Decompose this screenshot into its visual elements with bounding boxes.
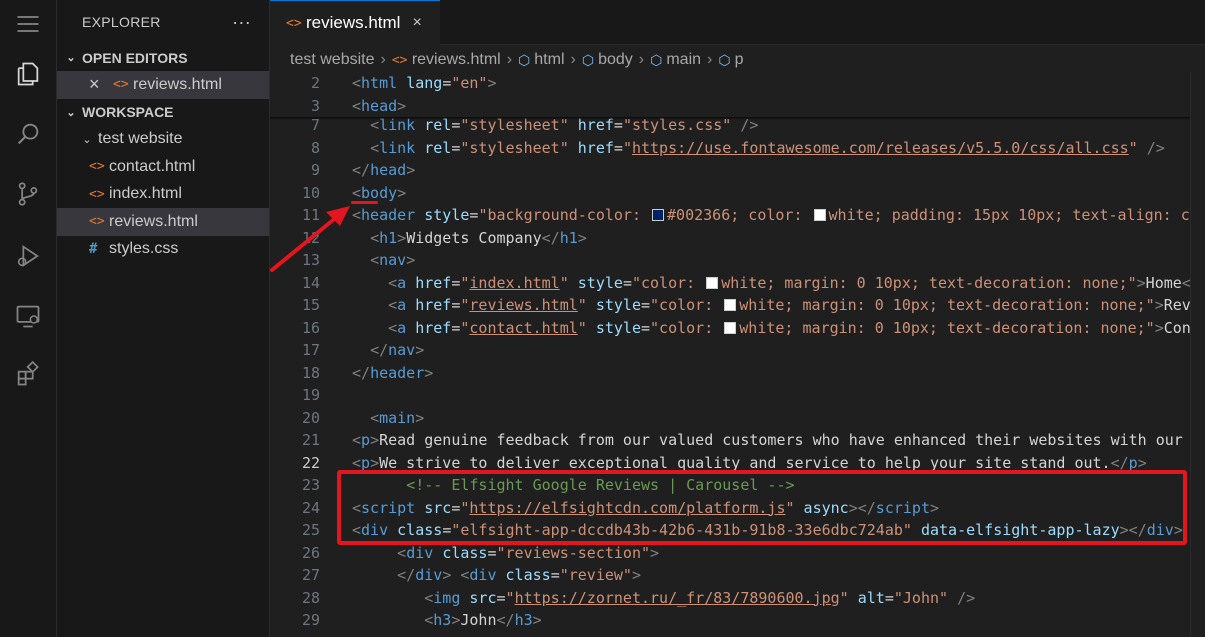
- code-line: 20 <main>: [301, 408, 425, 427]
- code-line: 15 <a href="reviews.html" style="color: …: [301, 296, 1191, 314]
- code-editor[interactable]: 2 <html lang="en"> 3 <head> 7 <link rel="s…: [270, 72, 1205, 637]
- html-file-icon: <>: [89, 214, 105, 230]
- color-swatch[interactable]: [724, 321, 737, 334]
- tab-bar: <> reviews.html ×: [270, 0, 1205, 45]
- file-label: contact.html: [109, 157, 196, 175]
- element-icon: ⬡: [581, 51, 595, 68]
- vertical-scrollbar[interactable]: [1190, 72, 1205, 637]
- open-editor-filename: reviews.html: [133, 75, 222, 93]
- file-item[interactable]: # styles.css: [57, 236, 269, 264]
- code-line: 13 <nav>: [301, 251, 416, 269]
- activity-bar: [0, 0, 57, 637]
- file-label: reviews.html: [109, 212, 198, 230]
- code-line: 27 </div> <div class="review">: [301, 566, 641, 584]
- run-debug-icon[interactable]: [0, 232, 56, 280]
- code-line: 28 <img src="https://zornet.ru/_fr/83/78…: [301, 588, 976, 607]
- code-line: 19: [301, 386, 320, 404]
- menu-icon[interactable]: [0, 0, 56, 48]
- color-swatch[interactable]: [724, 299, 737, 311]
- workspace-label: WORKSPACE: [82, 104, 174, 120]
- explorer-header: EXPLORER ···: [57, 0, 269, 44]
- code-line: 11 <header style="background-color: #0023…: [301, 206, 1190, 224]
- remote-explorer-icon[interactable]: [0, 292, 56, 340]
- tab-reviews-html[interactable]: <> reviews.html ×: [270, 0, 440, 45]
- explorer-icon[interactable]: [0, 50, 56, 98]
- chevron-right-icon: ›: [380, 51, 386, 68]
- breadcrumb-item[interactable]: reviews.html: [412, 51, 501, 69]
- html-file-icon: <>: [113, 77, 129, 93]
- html-file-icon: <>: [89, 159, 105, 175]
- code-line: 21 <p>Read genuine feedback from our valu…: [301, 431, 1183, 449]
- element-icon: ⬡: [650, 51, 663, 68]
- close-icon[interactable]: ×: [89, 74, 113, 95]
- color-swatch[interactable]: [706, 276, 719, 289]
- file-item[interactable]: <> contact.html: [57, 153, 269, 181]
- code-line: 8 <link rel="stylesheet" href="https://u…: [310, 138, 1165, 157]
- sticky-scroll-shadow: [270, 117, 1205, 120]
- code-line: 29 <h3>John</h3>: [301, 611, 542, 629]
- code-line: 14 <a href="index.html" style="color: wh…: [301, 273, 1191, 292]
- source-control-icon[interactable]: [0, 170, 56, 218]
- html-file-icon: <>: [391, 52, 408, 68]
- breadcrumb-item[interactable]: p: [735, 51, 744, 69]
- tab-label: reviews.html: [306, 13, 401, 32]
- explorer-sidebar: EXPLORER ··· ⌄ OPEN EDITORS × <> reviews…: [57, 0, 270, 637]
- open-editor-item[interactable]: × <> reviews.html: [57, 71, 269, 99]
- code-line: 16 <a href="contact.html" style="color: …: [301, 318, 1191, 337]
- chevron-right-icon: ›: [638, 51, 645, 68]
- chevron-down-icon: ⌄: [82, 133, 92, 146]
- open-editors-section[interactable]: ⌄ OPEN EDITORS: [57, 44, 269, 71]
- code-line: 9 </head>: [310, 161, 416, 179]
- chevron-right-icon: ›: [506, 51, 513, 68]
- open-editors-label: OPEN EDITORS: [82, 49, 188, 66]
- chevron-down-icon: ⌄: [66, 52, 76, 64]
- element-icon: ⬡: [518, 51, 531, 68]
- code-line: 10 <body>: [301, 183, 407, 202]
- html-file-icon: <>: [89, 186, 105, 202]
- breadcrumb: test website › <> reviews.html › ⬡ html …: [270, 45, 1205, 75]
- explorer-title: EXPLORER: [82, 14, 161, 30]
- chevron-right-icon: ›: [707, 51, 713, 68]
- extensions-icon[interactable]: [0, 350, 56, 398]
- highlight-box-annotation: [337, 470, 1187, 545]
- search-icon[interactable]: [0, 110, 56, 158]
- folder-label: test website: [98, 130, 183, 148]
- file-label: index.html: [109, 185, 182, 203]
- chevron-down-icon: ⌄: [66, 106, 76, 119]
- code-line: 17 </nav>: [301, 341, 425, 359]
- breadcrumb-item[interactable]: body: [598, 51, 633, 69]
- folder-item[interactable]: ⌄ test website: [57, 126, 269, 154]
- red-arrow-annotation: [270, 206, 350, 272]
- breadcrumb-item[interactable]: test website: [290, 51, 374, 69]
- file-label: styles.css: [109, 240, 179, 258]
- more-actions-icon[interactable]: ···: [232, 12, 251, 33]
- breadcrumb-item[interactable]: html: [534, 51, 564, 69]
- breadcrumb-item[interactable]: main: [666, 51, 701, 69]
- css-file-icon: #: [89, 241, 98, 258]
- file-item[interactable]: <> index.html: [57, 181, 269, 209]
- close-icon[interactable]: ×: [412, 14, 421, 32]
- element-icon: ⬡: [718, 51, 731, 68]
- file-item[interactable]: <> reviews.html: [57, 208, 269, 236]
- color-swatch[interactable]: [652, 209, 665, 221]
- color-swatch[interactable]: [813, 209, 826, 221]
- chevron-right-icon: ›: [570, 51, 576, 68]
- code-line: 2 <html lang="en">: [310, 74, 497, 92]
- code-line: 12 <h1>Widgets Company</h1>: [302, 228, 587, 247]
- workspace-section[interactable]: ⌄ WORKSPACE: [57, 99, 269, 126]
- code-line: 18 </header>: [301, 363, 434, 382]
- html-file-icon: <>: [286, 15, 302, 31]
